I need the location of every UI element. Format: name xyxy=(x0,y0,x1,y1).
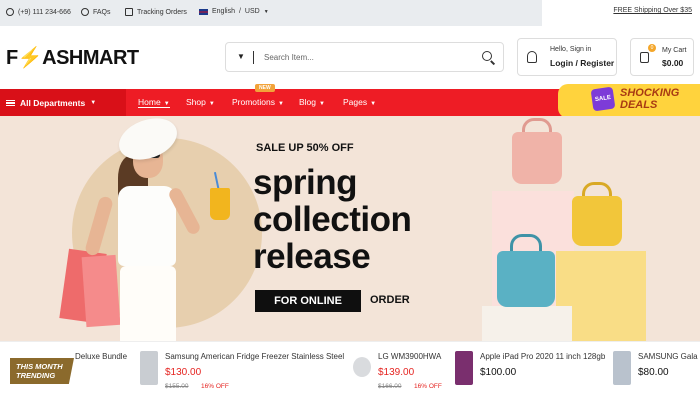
chevron-down-icon: ▼ xyxy=(163,101,170,107)
deals-line-2: DEALS xyxy=(620,99,658,111)
chevron-down-icon: ▼ xyxy=(263,8,269,15)
pink-handbag-image xyxy=(512,132,562,184)
free-shipping-link[interactable]: FREE Shipping Over $35 xyxy=(613,7,692,14)
logo-letter: F xyxy=(6,47,18,69)
product-name[interactable]: Samsung American Fridge Freezer Stainles… xyxy=(165,352,344,361)
product-price: $139.00 xyxy=(378,367,415,378)
deals-text: SHOCKING DEALS xyxy=(620,87,679,111)
search-divider xyxy=(253,51,254,64)
language-selector[interactable]: English / USD ▼ xyxy=(199,8,269,15)
uk-flag-icon xyxy=(199,8,208,15)
truck-icon xyxy=(125,8,133,16)
juice-cup-image xyxy=(210,188,230,220)
search-icon[interactable] xyxy=(482,51,492,61)
nav-blog-label: Blog xyxy=(299,97,317,107)
top-utility-bar: (+9) 111 234-666 FAQs Tracking Orders En… xyxy=(0,0,700,26)
phone-thumbnail[interactable] xyxy=(613,351,631,385)
for-online-button[interactable]: FOR ONLINE xyxy=(255,290,361,312)
bolt-icon: ⚡ xyxy=(17,47,43,69)
user-icon xyxy=(527,51,537,63)
chevron-down-icon: ▼ xyxy=(370,101,377,107)
product-old-price: $166.00 xyxy=(378,383,402,390)
cart-count-badge: 0 xyxy=(648,44,656,52)
headline-line-3: release xyxy=(253,237,371,276)
nav-promotions[interactable]: Promotions ▼ xyxy=(232,97,284,107)
model-top xyxy=(118,186,176,266)
tracking-orders-link[interactable]: Tracking Orders xyxy=(125,8,187,16)
chevron-down-icon: ▼ xyxy=(208,101,215,107)
sale-tag: SALE xyxy=(590,86,616,112)
phone-number: (+9) 111 234-666 xyxy=(18,8,71,16)
tracking-label: Tracking Orders xyxy=(137,8,187,16)
chevron-down-icon: ▼ xyxy=(319,101,325,107)
separator: / xyxy=(238,8,241,15)
cart-box[interactable]: 0 My Cart $0.00 xyxy=(630,38,694,76)
product-card[interactable]: Apple iPad Pro 2020 11 inch 128gb $100.0… xyxy=(455,342,605,401)
hero-sale-text: SALE UP 50% OFF xyxy=(256,142,354,154)
fridge-thumbnail[interactable] xyxy=(140,351,158,385)
nav-home[interactable]: Home ▼ xyxy=(138,97,170,108)
pedestal-white xyxy=(482,306,572,341)
product-discount: 16% OFF xyxy=(414,383,442,390)
currency-label[interactable]: USD xyxy=(245,8,260,15)
model-skirt xyxy=(120,266,176,341)
product-card[interactable]: SAMSUNG Gala $80.00 xyxy=(613,342,700,401)
language-label: English xyxy=(212,8,235,15)
product-card[interactable]: Deluxe Bundle xyxy=(60,342,130,401)
product-name[interactable]: SAMSUNG Gala xyxy=(638,352,698,361)
product-price: $100.00 xyxy=(480,367,517,378)
headline-line-2: collection xyxy=(253,200,412,239)
ipad-thumbnail[interactable] xyxy=(455,351,473,385)
category-dropdown-icon[interactable]: ▼ xyxy=(237,52,245,61)
headline-line-1: spring xyxy=(253,163,357,202)
order-text: ORDER xyxy=(370,294,410,306)
nav-shop[interactable]: Shop ▼ xyxy=(186,97,215,107)
phone-link[interactable]: (+9) 111 234-666 xyxy=(6,8,71,16)
chevron-down-icon: ▼ xyxy=(90,99,97,106)
phone-icon xyxy=(6,8,14,16)
product-name[interactable]: Deluxe Bundle xyxy=(75,352,127,361)
account-box[interactable]: Hello, Sign in Login / Register xyxy=(517,38,617,76)
washer-thumbnail[interactable] xyxy=(353,357,371,377)
site-logo[interactable]: F⚡ASHMART xyxy=(6,45,139,70)
nav-pages[interactable]: Pages ▼ xyxy=(343,97,376,107)
faqs-label: FAQs xyxy=(93,8,111,16)
nav-blog[interactable]: Blog ▼ xyxy=(299,97,325,107)
hero-banner[interactable]: SALE UP 50% OFF spring collection releas… xyxy=(0,116,700,341)
product-price: $130.00 xyxy=(165,367,202,378)
help-icon xyxy=(81,8,89,16)
cart-bag-icon xyxy=(640,52,649,63)
product-name[interactable]: LG WM3900HWA xyxy=(378,352,441,361)
cart-label: My Cart xyxy=(662,47,687,54)
shocking-deals-banner[interactable]: SALE SHOCKING DEALS xyxy=(558,84,700,118)
nav-pages-label: Pages xyxy=(343,97,368,107)
search-bar: ▼ xyxy=(225,42,504,72)
new-badge: NEW xyxy=(255,84,275,92)
nav-shop-label: Shop xyxy=(186,97,206,107)
product-old-price: $155.00 xyxy=(165,383,189,390)
logo-text: ASHMART xyxy=(42,47,139,69)
all-departments-button[interactable]: All Departments ▼ xyxy=(0,89,126,116)
faqs-link[interactable]: FAQs xyxy=(81,8,111,16)
search-input[interactable] xyxy=(264,49,464,66)
yellow-handbag-image xyxy=(572,196,622,246)
departments-label: All Departments xyxy=(20,97,86,108)
chevron-down-icon: ▼ xyxy=(278,101,284,107)
hero-headline: spring collection release xyxy=(253,163,412,276)
trending-strip: THIS MONTH TRENDING Deluxe Bundle Samsun… xyxy=(0,341,700,400)
menu-icon xyxy=(6,99,15,106)
account-greeting: Hello, Sign in xyxy=(550,46,592,53)
product-name[interactable]: Apple iPad Pro 2020 11 inch 128gb xyxy=(480,352,605,361)
blue-handbag-image xyxy=(497,251,555,307)
cart-amount: $0.00 xyxy=(662,58,684,68)
product-price: $80.00 xyxy=(638,367,669,378)
login-register-link[interactable]: Login / Register xyxy=(550,58,614,68)
product-discount: 16% OFF xyxy=(201,383,229,390)
shopping-bag-image xyxy=(81,254,121,328)
product-card[interactable]: LG WM3900HWA $139.00 $166.00 16% OFF xyxy=(353,342,448,401)
nav-promotions-label: Promotions xyxy=(232,97,275,107)
nav-home-label: Home xyxy=(138,97,161,107)
deals-line-1: SHOCKING xyxy=(620,87,680,99)
product-card[interactable]: Samsung American Fridge Freezer Stainles… xyxy=(140,342,345,401)
